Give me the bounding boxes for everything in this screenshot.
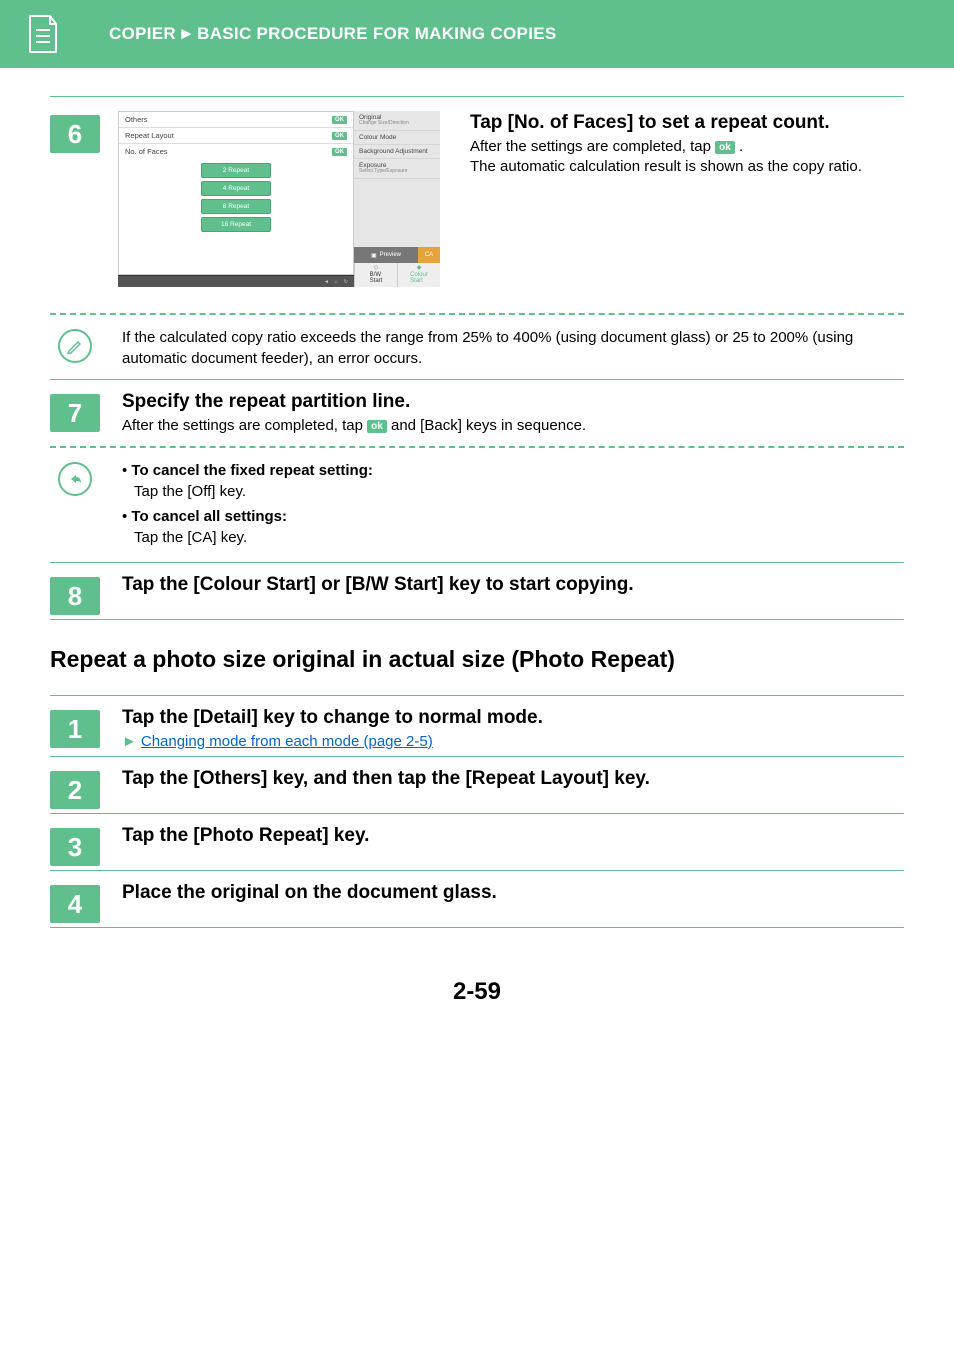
return-icon (58, 462, 92, 496)
breadcrumb-subsection: BASIC PROCEDURE FOR MAKING COPIES (197, 24, 556, 43)
changing-mode-link[interactable]: Changing mode from each mode (page 2-5) (141, 733, 433, 750)
breadcrumb: COPIER►BASIC PROCEDURE FOR MAKING COPIES (109, 24, 557, 44)
mock-bw-start: ◇B/WStart (354, 263, 397, 287)
ok-icon: OK (332, 116, 347, 124)
mock-others-row: Others OK (119, 112, 353, 128)
divider (50, 927, 904, 928)
mock-side-bg: Background Adjustment (354, 145, 440, 159)
mock-side-exposure: Exposure Select Type/Exposure (354, 159, 440, 179)
step-number-a3: 3 (50, 828, 100, 866)
step-a1-title: Tap the [Detail] key to change to normal… (122, 706, 904, 730)
mock-no-faces-row: No. of Faces OK (119, 144, 353, 159)
step-8: 8 Tap the [Colour Start] or [B/W Start] … (50, 563, 904, 619)
page-number: 2-59 (50, 978, 904, 1006)
mock-side-original: Original Change Size/Direction (354, 111, 440, 131)
mock-side-panel: Original Change Size/Direction Colour Mo… (354, 111, 440, 287)
mock-footer-bar: ◄⌂↻ (118, 275, 354, 287)
chevron-right-icon: ► (178, 24, 195, 43)
ok-icon: OK (332, 148, 347, 156)
mock-side-colour-mode: Colour Mode (354, 131, 440, 145)
step-number-6: 6 (50, 115, 100, 153)
mock-btn-16repeat: 16 Repeat (201, 217, 271, 232)
step-a2: 2 Tap the [Others] key, and then tap the… (50, 757, 904, 813)
mock-faces-buttons: 2 Repeat 4 Repeat 8 Repeat 16 Repeat (119, 159, 353, 274)
step-a4: 4 Place the original on the document gla… (50, 871, 904, 927)
mock-btn-2repeat: 2 Repeat (201, 163, 271, 178)
mock-btn-8repeat: 8 Repeat (201, 199, 271, 214)
ok-icon: OK (332, 132, 347, 140)
page-header: COPIER►BASIC PROCEDURE FOR MAKING COPIES (0, 0, 954, 68)
mock-ca-btn: CA (418, 247, 440, 263)
step-number-7: 7 (50, 394, 100, 432)
header-doc-icon (12, 3, 74, 65)
ui-mock-screenshot: Others OK Repeat Layout OK No. of Faces … (118, 111, 440, 287)
ok-icon: ok (715, 141, 735, 154)
step-6-title: Tap [No. of Faces] to set a repeat count… (470, 111, 904, 135)
warning-text: If the calculated copy ratio exceeds the… (100, 327, 904, 369)
mock-btn-4repeat: 4 Repeat (201, 181, 271, 196)
step-6-text: After the settings are completed, tap ok… (470, 137, 904, 178)
mock-repeat-layout-row: Repeat Layout OK (119, 128, 353, 144)
step-6: 6 Others OK Repeat Layout OK No. of Face… (50, 97, 904, 307)
cancel-note: To cancel the fixed repeat setting: Tap … (50, 454, 904, 562)
step-number-a2: 2 (50, 771, 100, 809)
document-icon (26, 14, 60, 54)
step-a3-title: Tap the [Photo Repeat] key. (122, 824, 904, 848)
step-7: 7 Specify the repeat partition line. Aft… (50, 380, 904, 440)
step-number-8: 8 (50, 577, 100, 615)
pencil-note-icon (58, 329, 92, 363)
dashed-divider (50, 313, 904, 315)
section-heading: Repeat a photo size original in actual s… (50, 646, 904, 673)
step-7-title: Specify the repeat partition line. (122, 390, 904, 414)
step-a3: 3 Tap the [Photo Repeat] key. (50, 814, 904, 870)
ok-icon: ok (367, 420, 387, 433)
warning-note: If the calculated copy ratio exceeds the… (50, 321, 904, 379)
step-a2-title: Tap the [Others] key, and then tap the [… (122, 767, 904, 791)
mock-colour-start: ◆ColourStart (397, 263, 440, 287)
cancel-list: To cancel the fixed repeat setting: Tap … (122, 460, 904, 548)
arrow-right-icon: ► (122, 733, 137, 750)
step-number-a1: 1 (50, 710, 100, 748)
mock-preview-btn: ▣Preview (354, 247, 418, 263)
step-7-text: After the settings are completed, tap ok… (122, 416, 904, 436)
breadcrumb-section: COPIER (109, 24, 176, 43)
step-a4-title: Place the original on the document glass… (122, 881, 904, 905)
step-a1: 1 Tap the [Detail] key to change to norm… (50, 696, 904, 756)
divider (50, 619, 904, 620)
dashed-divider (50, 446, 904, 448)
step-8-title: Tap the [Colour Start] or [B/W Start] ke… (122, 573, 904, 597)
step-number-a4: 4 (50, 885, 100, 923)
